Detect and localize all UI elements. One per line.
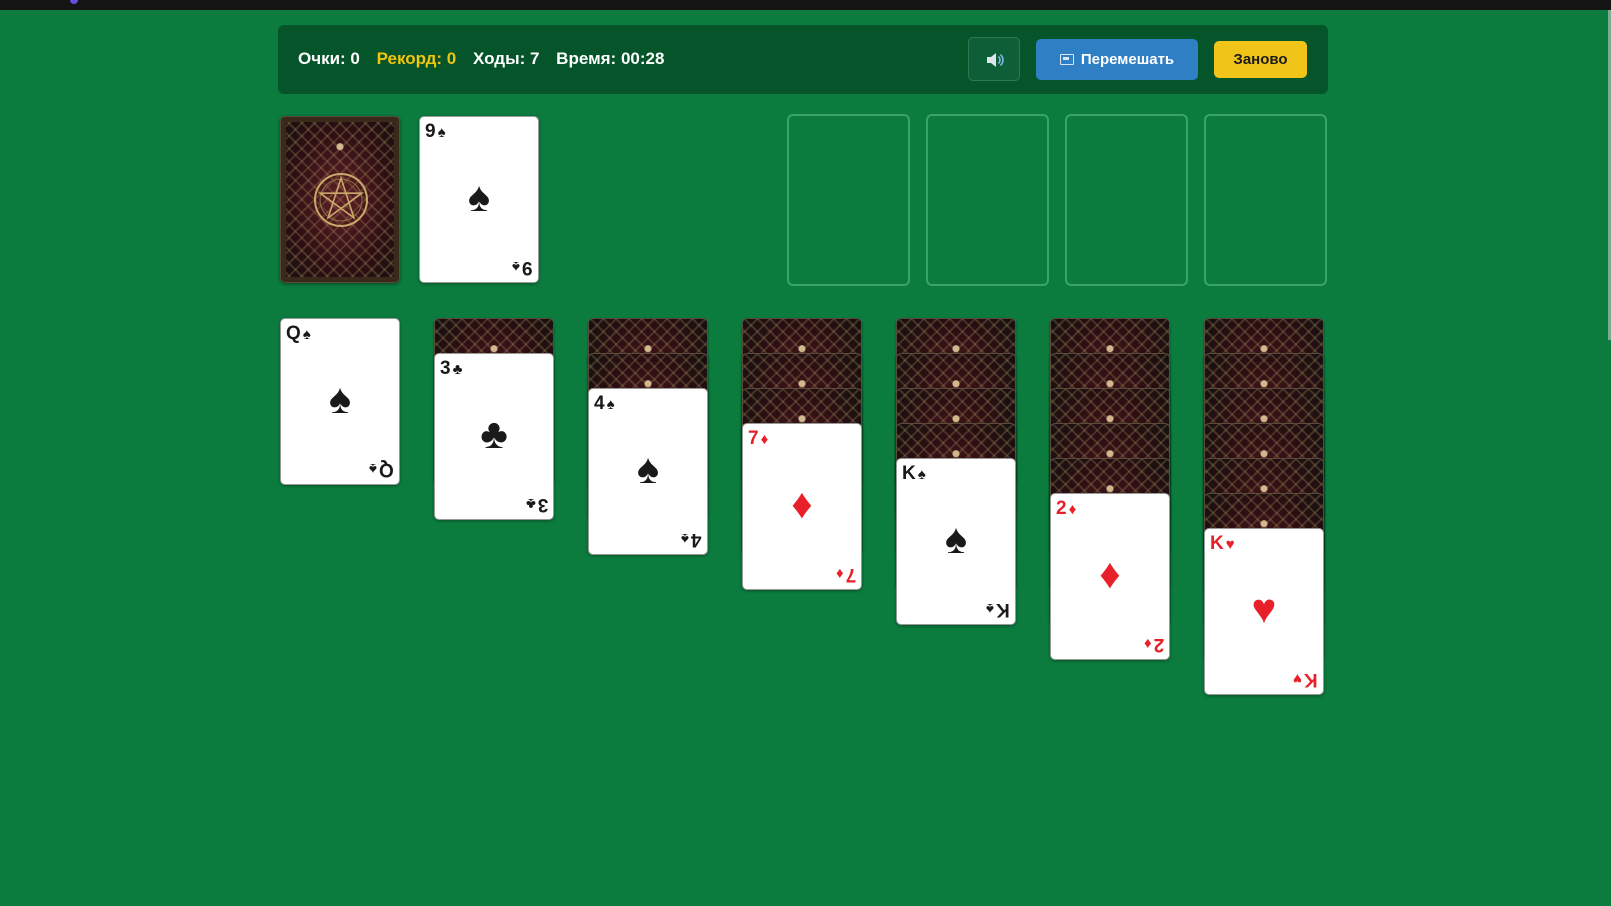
spade-suit-icon: ♠: [636, 445, 660, 492]
card-corner-top: 9 ♠: [425, 121, 446, 142]
browser-top-strip: [0, 0, 1611, 10]
card-corner-bottom: K♠: [986, 599, 1010, 620]
card-corner-bottom: 2♦: [1143, 634, 1164, 655]
spade-suit-icon: ♠: [944, 515, 968, 562]
foundation-slot-1[interactable]: [787, 114, 910, 286]
card-corner-top: K ♥: [1210, 533, 1235, 554]
stats-bar: Очки: 0 Рекорд: 0 Ходы: 7 Время: 00:28: [298, 49, 676, 69]
tableau-card-3[interactable]: 4 ♠ ♠ 4♠: [588, 388, 708, 555]
record-label: Рекорд: 0: [376, 49, 457, 68]
moves-label: Ходы: 7: [473, 49, 540, 68]
tableau-card-6[interactable]: 2 ♦ ♦ 2♦: [1050, 493, 1170, 660]
tableau-card-4[interactable]: 7 ♦ ♦ 7♦: [742, 423, 862, 590]
card-corner-bottom: 4♠: [681, 529, 702, 550]
foundation-slot-4[interactable]: [1204, 114, 1327, 286]
tableau-card-7[interactable]: K ♥ ♥ K♥: [1204, 528, 1324, 695]
card-corner-bottom: 7♦: [835, 564, 856, 585]
card-corner-bottom: Q♠: [369, 459, 394, 480]
card-corner-bottom: 3♣: [525, 494, 548, 515]
card-corner-top: Q ♠: [286, 323, 311, 344]
card-corner-bottom: 9♠: [512, 257, 533, 278]
shuffle-icon: [1059, 54, 1074, 65]
sound-toggle-button[interactable]: [968, 37, 1020, 81]
diamond-suit-icon: ♦: [791, 480, 813, 527]
card-corner-top: 3 ♣: [440, 358, 463, 379]
pentagram-emblem-icon: [314, 173, 368, 227]
spade-suit-icon: ♠: [328, 375, 352, 422]
card-corner-bottom: K♥: [1293, 669, 1318, 690]
tableau-card-2[interactable]: 3 ♣ ♣ 3♣: [434, 353, 554, 520]
restart-button-label: Заново: [1233, 51, 1288, 68]
tableau-card-5[interactable]: K ♠ ♠ K♠: [896, 458, 1016, 625]
stock-pile[interactable]: [280, 116, 400, 283]
heart-suit-icon: ♥: [1251, 585, 1277, 632]
browser-favicon-icon: [70, 0, 78, 4]
foundation-slot-2[interactable]: [926, 114, 1049, 286]
time-label: Время: 00:28: [556, 49, 665, 68]
shuffle-button[interactable]: Перемешать: [1036, 39, 1198, 80]
shuffle-button-label: Перемешать: [1080, 51, 1175, 68]
card-corner-top: 2 ♦: [1056, 498, 1077, 519]
diamond-suit-icon: ♦: [1099, 550, 1121, 597]
waste-card[interactable]: 9 ♠ ♠ 9♠: [419, 116, 539, 283]
game-header: Очки: 0 Рекорд: 0 Ходы: 7 Время: 00:28 П…: [278, 25, 1328, 94]
spade-suit-icon: ♠: [467, 173, 491, 220]
tableau-card-1[interactable]: Q ♠ ♠ Q♠: [280, 318, 400, 485]
score-label: Очки: 0: [298, 49, 360, 68]
club-suit-icon: ♣: [480, 410, 508, 457]
card-corner-top: K ♠: [902, 463, 926, 484]
card-corner-top: 4 ♠: [594, 393, 615, 414]
foundation-slot-3[interactable]: [1065, 114, 1188, 286]
restart-button[interactable]: Заново: [1214, 41, 1307, 78]
speaker-icon: [987, 53, 1004, 67]
card-corner-top: 7 ♦: [748, 428, 769, 449]
